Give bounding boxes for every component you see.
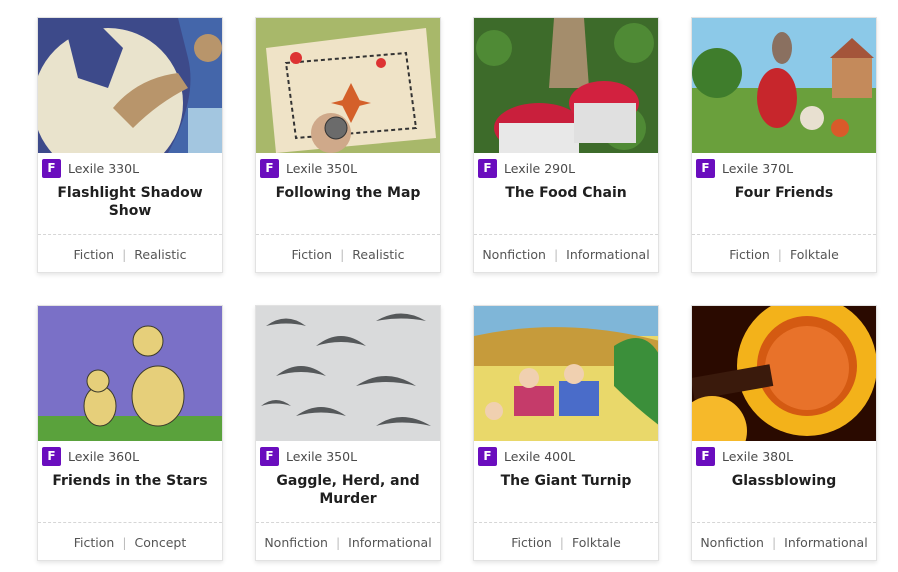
book-title[interactable]: Glassblowing <box>700 472 868 490</box>
fiction-badge: F <box>696 446 715 466</box>
tag-separator: | <box>777 246 782 262</box>
subgenre-tag: Folktale <box>789 246 839 262</box>
tag-separator: | <box>340 246 345 262</box>
lexile-row: F Lexile 400L <box>478 446 575 466</box>
molten-glass-image <box>692 306 876 441</box>
lexile-row: F Lexile 380L <box>696 446 793 466</box>
subgenre-tag: Informational <box>566 246 650 262</box>
tag-separator: | <box>559 534 564 550</box>
lexile-level: Lexile 330L <box>68 160 140 176</box>
flock-of-birds-image <box>256 306 440 441</box>
animal-friends-image <box>692 18 876 153</box>
book-card[interactable]: F Lexile 350L Following the Map Fiction … <box>255 17 441 273</box>
subgenre-tag: Realistic <box>352 246 405 262</box>
subgenre-tag: Folktale <box>571 534 621 550</box>
lexile-level: Lexile 380L <box>722 448 794 464</box>
lexile-level: Lexile 360L <box>68 448 140 464</box>
book-cover-image[interactable] <box>38 18 222 153</box>
subgenre-tag: Concept <box>134 534 187 550</box>
card-divider <box>692 522 876 523</box>
genre-tags: Fiction | Realistic <box>256 244 440 264</box>
strawberry-field-image <box>474 18 658 153</box>
book-title[interactable]: Following the Map <box>264 184 432 202</box>
book-card[interactable]: F Lexile 400L The Giant Turnip Fiction |… <box>473 305 659 561</box>
lexile-level: Lexile 350L <box>286 448 358 464</box>
fiction-badge: F <box>478 446 497 466</box>
fiction-badge: F <box>42 158 61 178</box>
book-cover-image[interactable] <box>256 18 440 153</box>
genre-tag: Fiction <box>73 534 115 550</box>
genre-tag: Fiction <box>729 246 770 262</box>
tag-separator: | <box>122 246 127 262</box>
book-title[interactable]: The Food Chain <box>482 184 650 202</box>
book-grid: F Lexile 330L Flashlight Shadow Show Fic… <box>37 17 879 567</box>
lexile-row: F Lexile 330L <box>42 158 139 178</box>
genre-tags: Fiction | Folktale <box>474 532 658 552</box>
genre-tags: Nonfiction | Informational <box>474 244 658 264</box>
genre-tag: Nonfiction <box>482 246 546 262</box>
genre-tags: Nonfiction | Informational <box>692 532 876 552</box>
lexile-level: Lexile 400L <box>504 448 576 464</box>
book-card[interactable]: F Lexile 350L Gaggle, Herd, and Murder N… <box>255 305 441 561</box>
genre-tags: Fiction | Realistic <box>38 244 222 264</box>
subgenre-tag: Informational <box>348 534 432 550</box>
genre-tag: Fiction <box>73 246 115 262</box>
fiction-badge: F <box>260 446 279 466</box>
book-card[interactable]: F Lexile 370L Four Friends Fiction | Fol… <box>691 17 877 273</box>
fiction-badge: F <box>260 158 279 178</box>
book-title[interactable]: Four Friends <box>700 184 868 202</box>
card-divider <box>474 522 658 523</box>
genre-tag: Fiction <box>511 534 552 550</box>
card-divider <box>38 522 222 523</box>
book-card[interactable]: F Lexile 360L Friends in the Stars Ficti… <box>37 305 223 561</box>
book-card[interactable]: F Lexile 290L The Food Chain Nonfiction … <box>473 17 659 273</box>
tag-separator: | <box>771 534 777 550</box>
card-divider <box>474 234 658 235</box>
lexile-level: Lexile 290L <box>504 160 576 176</box>
subgenre-tag: Informational <box>784 534 868 550</box>
book-title[interactable]: Gaggle, Herd, and Murder <box>264 472 432 508</box>
fiction-badge: F <box>478 158 497 178</box>
card-divider <box>38 234 222 235</box>
lexile-level: Lexile 370L <box>722 160 794 176</box>
card-divider <box>692 234 876 235</box>
genre-tag: Nonfiction <box>700 534 764 550</box>
fiction-badge: F <box>42 446 61 466</box>
genre-tags: Fiction | Folktale <box>692 244 876 264</box>
genre-tags: Nonfiction | Informational <box>256 532 440 552</box>
tag-separator: | <box>122 534 127 550</box>
book-cover-image[interactable] <box>38 306 222 441</box>
treasure-map-image <box>256 18 440 153</box>
lexile-level: Lexile 350L <box>286 160 358 176</box>
turnip-harvest-image <box>474 306 658 441</box>
shadow-puppet-image <box>38 18 222 153</box>
lexile-row: F Lexile 370L <box>696 158 793 178</box>
lexile-row: F Lexile 290L <box>478 158 575 178</box>
book-title[interactable]: The Giant Turnip <box>482 472 650 490</box>
book-title[interactable]: Friends in the Stars <box>46 472 214 490</box>
dogs-night-sky-image <box>38 306 222 441</box>
book-cover-image[interactable] <box>474 18 658 153</box>
genre-tag: Nonfiction <box>264 534 328 550</box>
tag-separator: | <box>553 246 559 262</box>
book-card[interactable]: F Lexile 380L Glassblowing Nonfiction | … <box>691 305 877 561</box>
tag-separator: | <box>335 534 341 550</box>
lexile-row: F Lexile 360L <box>42 446 139 466</box>
book-cover-image[interactable] <box>256 306 440 441</box>
lexile-row: F Lexile 350L <box>260 446 357 466</box>
book-card[interactable]: F Lexile 330L Flashlight Shadow Show Fic… <box>37 17 223 273</box>
card-divider <box>256 234 440 235</box>
genre-tag: Fiction <box>291 246 333 262</box>
book-cover-image[interactable] <box>692 306 876 441</box>
card-divider <box>256 522 440 523</box>
book-cover-image[interactable] <box>474 306 658 441</box>
lexile-row: F Lexile 350L <box>260 158 357 178</box>
genre-tags: Fiction | Concept <box>38 532 222 552</box>
book-cover-image[interactable] <box>692 18 876 153</box>
fiction-badge: F <box>696 158 715 178</box>
subgenre-tag: Realistic <box>134 246 187 262</box>
book-title[interactable]: Flashlight Shadow Show <box>46 184 214 220</box>
